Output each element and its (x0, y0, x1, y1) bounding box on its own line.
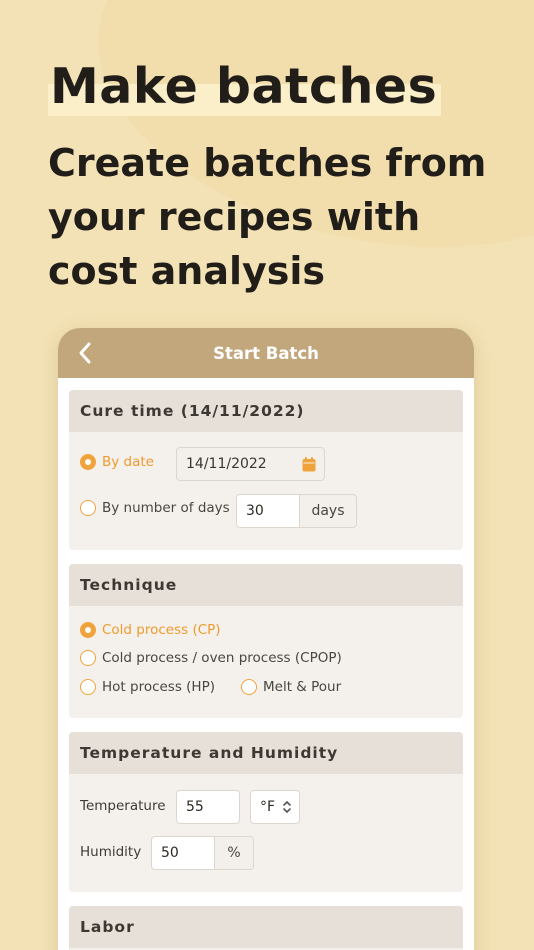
back-button[interactable] (72, 340, 98, 366)
by-days-option[interactable]: By number of days (80, 500, 230, 516)
technique-label-cp: Cold process (CP) (102, 622, 221, 638)
technique-label-hp: Hot process (HP) (102, 679, 215, 695)
technique-option-mp[interactable]: Melt & Pour (241, 679, 341, 695)
days-input[interactable]: 30 (236, 494, 300, 528)
by-date-radio[interactable] (80, 454, 96, 470)
calendar-icon[interactable] (302, 457, 316, 472)
cure-time-header: Cure time (14/11/2022) (69, 390, 463, 432)
temperature-row: Temperature (80, 798, 166, 814)
by-days-radio[interactable] (80, 500, 96, 516)
temperature-unit-select[interactable]: °F (250, 790, 300, 824)
by-date-option[interactable]: By date (80, 454, 154, 470)
temperature-input[interactable]: 55 (176, 790, 240, 824)
chevron-up-down-icon (283, 800, 291, 814)
technique-radio-hp[interactable] (80, 679, 96, 695)
phone-screen: Start Batch Cure time (14/11/2022) By da… (58, 328, 474, 950)
labor-header: Labor (69, 906, 463, 948)
temperature-label: Temperature (80, 798, 166, 814)
technique-radio-cpop[interactable] (80, 650, 96, 666)
labor-card: Labor (69, 906, 463, 950)
technique-label-mp: Melt & Pour (263, 679, 342, 695)
by-days-label: By number of days (102, 500, 230, 516)
hero-subtitle: Create batches from your recipes with co… (48, 141, 487, 293)
humidity-unit: % (214, 836, 254, 870)
temperature-humidity-card: Temperature and Humidity Temperature 55 … (69, 732, 463, 892)
technique-radio-mp[interactable] (241, 679, 257, 695)
cure-date-field[interactable]: 14/11/2022 (176, 447, 325, 481)
humidity-label: Humidity (80, 844, 142, 860)
technique-option-cpop[interactable]: Cold process / oven process (CPOP) (80, 650, 342, 666)
chevron-left-icon (79, 342, 91, 364)
days-unit: days (299, 494, 357, 528)
by-date-label: By date (102, 454, 154, 470)
technique-header: Technique (69, 564, 463, 606)
technique-radio-cp[interactable] (80, 622, 96, 638)
technique-option-cp[interactable]: Cold process (CP) (80, 622, 221, 638)
nav-title: Start Batch (213, 343, 319, 363)
temperature-unit-value: °F (260, 799, 276, 815)
navbar: Start Batch (58, 328, 474, 378)
hero: Make batches Create batches from your re… (48, 58, 518, 298)
temperature-humidity-header: Temperature and Humidity (69, 732, 463, 774)
hero-title: Make batches (48, 58, 442, 116)
cure-time-card: Cure time (14/11/2022) By date 14/11/202… (69, 390, 463, 550)
technique-card: Technique Cold process (CP) Cold process… (69, 564, 463, 718)
technique-label-cpop: Cold process / oven process (CPOP) (102, 650, 342, 666)
humidity-input[interactable]: 50 (151, 836, 215, 870)
cure-date-value: 14/11/2022 (186, 456, 267, 472)
humidity-row: Humidity (80, 844, 141, 860)
technique-option-hp[interactable]: Hot process (HP) (80, 679, 215, 695)
